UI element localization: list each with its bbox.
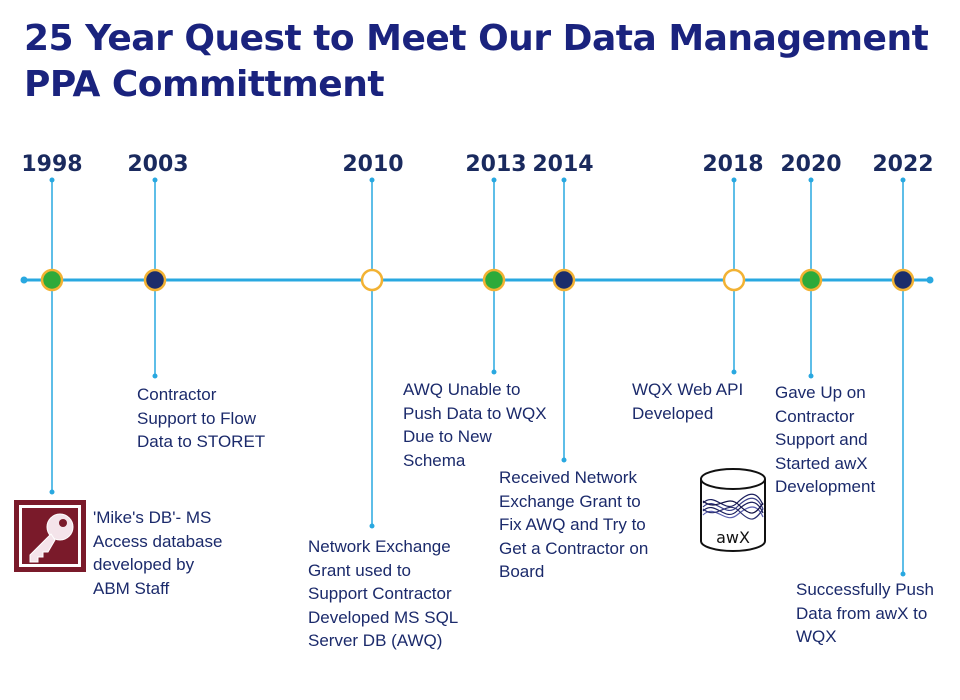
caption-line: 'Mike's DB'- MS [93, 508, 212, 527]
connector-top-dot-2020 [808, 177, 814, 183]
caption-line: Get a Contractor on [499, 538, 649, 558]
caption-line: Started awX [775, 453, 868, 473]
connector-bottom-dot-2020 [808, 373, 814, 379]
caption-2003: Contractor Support to Flow Data to STORE… [137, 383, 265, 454]
caption-line: Development [775, 477, 876, 496]
timeline-node-2010 [360, 268, 384, 292]
caption-line: Due to New [403, 427, 492, 446]
caption-line: Support to Flow [137, 408, 257, 428]
awx-icon-label: awX [716, 528, 750, 547]
caption-line: Successfully Push [796, 580, 934, 599]
caption-line: Data to STORET [137, 432, 266, 451]
axis-end-dot [926, 276, 934, 284]
caption-2013: AWQ Unable to Push Data to WQX Due to Ne… [403, 378, 547, 472]
caption-2022: Successfully Push Data from awX to WQX [796, 578, 934, 649]
connector-bottom-dot-2013 [491, 369, 497, 375]
year-label-2003: 2003 [127, 152, 189, 177]
year-label-2020: 2020 [780, 152, 842, 177]
year-label-2022: 2022 [872, 152, 934, 177]
caption-line: WQX [796, 627, 837, 646]
caption-line: Board [499, 562, 545, 581]
connector-bottom-dot-2014 [561, 457, 567, 463]
connector-top-dot-2003 [152, 177, 158, 183]
caption-2014: Received Network Exchange Grant to Fix A… [499, 466, 648, 584]
caption-line: Developed MS SQL [308, 607, 459, 627]
year-label-2010: 2010 [342, 152, 404, 177]
caption-line: Gave Up on [775, 383, 866, 402]
caption-line: Access database [93, 531, 223, 551]
caption-line: Data from awX to [796, 603, 928, 623]
caption-line: Exchange Grant to [499, 491, 641, 511]
connector-top-dot-1998 [49, 177, 55, 183]
caption-line: Server DB (AWQ) [308, 631, 443, 650]
connector-top-dot-2022 [900, 177, 906, 183]
caption-line: WQX Web API [632, 380, 744, 399]
connector-top-dot-2013 [491, 177, 497, 183]
caption-line: ABM Staff [93, 578, 170, 598]
caption-line: Contractor [775, 406, 855, 426]
connector-bottom-dot-1998 [49, 489, 55, 495]
awx-database-icon: awX [700, 468, 766, 552]
timeline-node-2014 [552, 268, 576, 292]
caption-line: Received Network [499, 468, 637, 487]
caption-line: Support Contractor [308, 584, 452, 603]
caption-line: Fix AWQ and Try to [499, 515, 646, 534]
caption-line: AWQ Unable to [403, 380, 521, 399]
connector-bottom-dot-2003 [152, 373, 158, 379]
connector-bottom-dot-2018 [731, 369, 737, 375]
caption-line: Contractor [137, 385, 217, 404]
year-label-2018: 2018 [702, 152, 764, 177]
connector-top-dot-2014 [561, 177, 567, 183]
caption-1998: 'Mike's DB'- MS Access database develope… [93, 506, 222, 600]
timeline-node-2013 [482, 268, 506, 292]
ms-access-icon [14, 500, 86, 572]
timeline-node-2003 [143, 268, 167, 292]
connector-top-dot-2010 [369, 177, 375, 183]
caption-2010: Network Exchange Grant used to Support C… [308, 535, 458, 653]
connector-bottom-dot-2010 [369, 523, 375, 529]
caption-line: Push Data to WQX [403, 403, 547, 423]
caption-line: developed by [93, 555, 195, 574]
timeline-node-2018 [722, 268, 746, 292]
caption-line: Support and [775, 430, 868, 449]
axis-start-dot [20, 276, 28, 284]
year-label-2014: 2014 [532, 152, 594, 177]
caption-line: Developed [632, 403, 714, 423]
connector-bottom-dot-2022 [900, 571, 906, 577]
caption-2018: WQX Web API Developed [632, 378, 743, 425]
year-label-1998: 1998 [21, 152, 83, 177]
timeline-node-1998 [40, 268, 64, 292]
timeline-node-2020 [799, 268, 823, 292]
caption-line: Network Exchange [308, 537, 451, 556]
timeline-node-2022 [891, 268, 915, 292]
connector-top-dot-2018 [731, 177, 737, 183]
caption-line: Grant used to [308, 560, 412, 580]
caption-2020: Gave Up on Contractor Support and Starte… [775, 381, 875, 499]
